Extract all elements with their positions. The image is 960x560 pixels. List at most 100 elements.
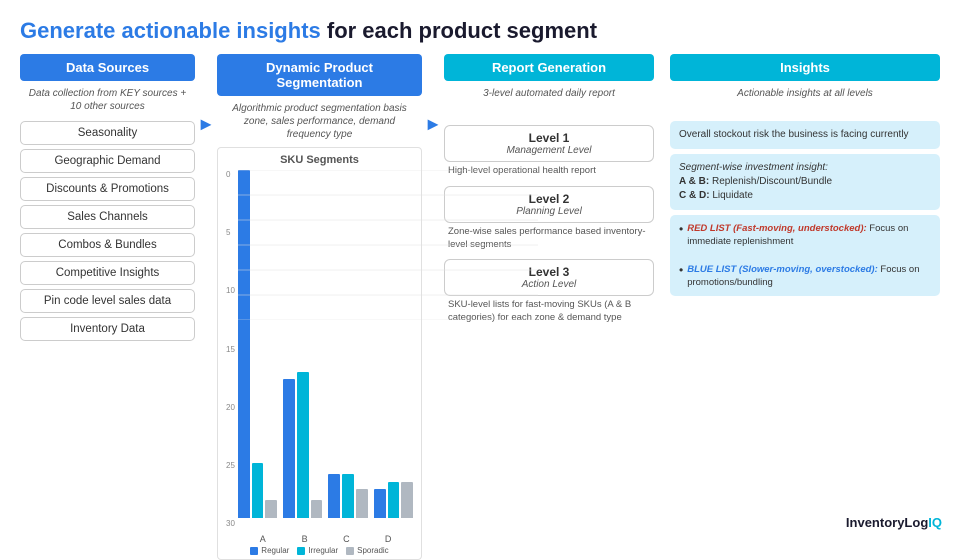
data-sources-header: Data Sources xyxy=(20,54,195,81)
chart-bar xyxy=(265,500,277,518)
logo-color: IQ xyxy=(928,515,942,530)
insight-3: •RED LIST (Fast-moving, understocked): F… xyxy=(670,215,940,296)
level-desc-3: SKU-level lists for fast-moving SKUs (A … xyxy=(444,299,654,325)
level-desc-1: High-level operational health report xyxy=(444,165,654,178)
insight-1: Overall stockout risk the business is fa… xyxy=(670,121,940,149)
insight-3-bullet-1: • BLUE LIST (Slower-moving, overstocked):… xyxy=(679,263,931,290)
chart-bar xyxy=(342,474,354,518)
y-label: 15 xyxy=(226,345,235,354)
insight-3-bullet-text-0: RED LIST (Fast-moving, understocked): Fo… xyxy=(687,222,931,249)
chart-title: SKU Segments xyxy=(226,154,413,166)
level-title-1: Level 1 xyxy=(453,131,645,145)
bar-group xyxy=(374,482,413,519)
bullet-label-0: RED LIST (Fast-moving, understocked): xyxy=(687,223,866,234)
col-data-sources: Data Sources Data collection from KEY so… xyxy=(20,54,195,341)
insight-2: Segment-wise investment insight: A & B: … xyxy=(670,154,940,210)
chart-x-labels: ABCD xyxy=(238,534,413,544)
footer-logo: InventoryLogIQ xyxy=(846,515,942,530)
insight-2-cd-text: Liquidate xyxy=(710,190,753,201)
col-segmentation: Dynamic Product Segmentation Algorithmic… xyxy=(217,54,422,560)
insight-2-ab-text: Replenish/Discount/Bundle xyxy=(709,176,832,187)
report-header: Report Generation xyxy=(444,54,654,81)
chart-bar xyxy=(238,170,250,518)
insights-content: Overall stockout risk the business is fa… xyxy=(670,121,940,296)
y-label: 25 xyxy=(226,461,235,470)
report-level-2: Level 2Planning Level Zone-wise sales per… xyxy=(444,186,654,252)
report-levels: Level 1Management Level High-level operat… xyxy=(444,121,654,325)
data-source-item: Combos & Bundles xyxy=(20,233,195,257)
data-sources-subtext: Data collection from KEY sources + 10 ot… xyxy=(20,87,195,115)
page-title: Generate actionable insights for each pr… xyxy=(20,18,940,44)
data-source-item: Competitive Insights xyxy=(20,261,195,285)
chart-bar xyxy=(388,482,400,519)
chart-bar xyxy=(283,379,295,518)
arrow-2-col: ► xyxy=(422,54,444,135)
level-title-2: Level 2 xyxy=(453,192,645,206)
chart-bars-area xyxy=(238,170,413,534)
y-label: 0 xyxy=(226,170,235,179)
data-source-item: Seasonality xyxy=(20,121,195,145)
legend-label: Irregular xyxy=(308,546,338,555)
insight-3-bullet-0: •RED LIST (Fast-moving, understocked): F… xyxy=(679,222,931,249)
y-label: 10 xyxy=(226,286,235,295)
bullet-icon: • xyxy=(679,263,683,290)
chart-bar xyxy=(401,482,413,519)
chart-bar xyxy=(328,474,340,518)
legend-item: Sporadic xyxy=(346,546,389,555)
bar-group xyxy=(238,170,277,518)
level-box-3: Level 3Action Level xyxy=(444,259,654,296)
data-source-item: Geographic Demand xyxy=(20,149,195,173)
report-level-3: Level 3Action Level SKU-level lists for f… xyxy=(444,259,654,325)
x-label: B xyxy=(284,534,326,544)
legend-dot xyxy=(250,547,258,555)
insight-2-cd-label: C & D: xyxy=(679,190,710,201)
chart-legend: Regular Irregular Sporadic xyxy=(226,546,413,555)
bar-group xyxy=(283,372,322,519)
legend-label: Regular xyxy=(261,546,289,555)
bullet-icon: • xyxy=(679,222,683,249)
level-desc-2: Zone-wise sales performance based invent… xyxy=(444,226,654,252)
level-title-3: Level 3 xyxy=(453,265,645,279)
level-subtitle-3: Action Level xyxy=(453,279,645,290)
arrow-1-col: ► xyxy=(195,54,217,135)
y-label: 5 xyxy=(226,228,235,237)
legend-dot xyxy=(346,547,354,555)
title-bold: for each product segment xyxy=(321,18,597,43)
data-source-item: Sales Channels xyxy=(20,205,195,229)
page-container: Generate actionable insights for each pr… xyxy=(0,0,960,540)
chart-bar xyxy=(252,463,264,518)
segmentation-header: Dynamic Product Segmentation xyxy=(217,54,422,96)
chart-bar xyxy=(356,489,368,518)
col-insights: Insights Actionable insights at all leve… xyxy=(670,54,940,296)
bullet-label-1: BLUE LIST (Slower-moving, overstocked): xyxy=(687,264,878,275)
legend-item: Regular xyxy=(250,546,289,555)
y-label: 30 xyxy=(226,519,235,528)
insights-header: Insights xyxy=(670,54,940,81)
legend-item: Irregular xyxy=(297,546,338,555)
chart-container: SKU Segments 30 25 20 15 10 5 0 ABCD Regular Ir… xyxy=(217,147,422,560)
data-source-item: Discounts & Promotions xyxy=(20,177,195,201)
data-source-item: Inventory Data xyxy=(20,317,195,341)
x-label: D xyxy=(367,534,409,544)
legend-dot xyxy=(297,547,305,555)
level-subtitle-1: Management Level xyxy=(453,145,645,156)
col-report: Report Generation 3-level automated dail… xyxy=(444,54,654,325)
level-subtitle-2: Planning Level xyxy=(453,206,645,217)
insight-2-text: Segment-wise investment insight: xyxy=(679,162,828,173)
title-italic: Generate actionable insights xyxy=(20,18,321,43)
insight-2-ab-label: A & B: xyxy=(679,176,709,187)
segmentation-subtext: Algorithmic product segmentation basis z… xyxy=(217,102,422,141)
level-box-1: Level 1Management Level xyxy=(444,125,654,162)
data-source-item: Pin code level sales data xyxy=(20,289,195,313)
chart-bar xyxy=(297,372,309,519)
bar-group xyxy=(328,474,367,518)
report-level-1: Level 1Management Level High-level operat… xyxy=(444,125,654,178)
level-box-2: Level 2Planning Level xyxy=(444,186,654,223)
chart-bar xyxy=(374,489,386,518)
x-label: A xyxy=(242,534,284,544)
report-subtext: 3-level automated daily report xyxy=(444,87,654,115)
legend-label: Sporadic xyxy=(357,546,389,555)
data-source-items: Seasonality Geographic Demand Discounts & … xyxy=(20,121,195,341)
insights-subtext: Actionable insights at all levels xyxy=(670,87,940,115)
y-label: 20 xyxy=(226,403,235,412)
